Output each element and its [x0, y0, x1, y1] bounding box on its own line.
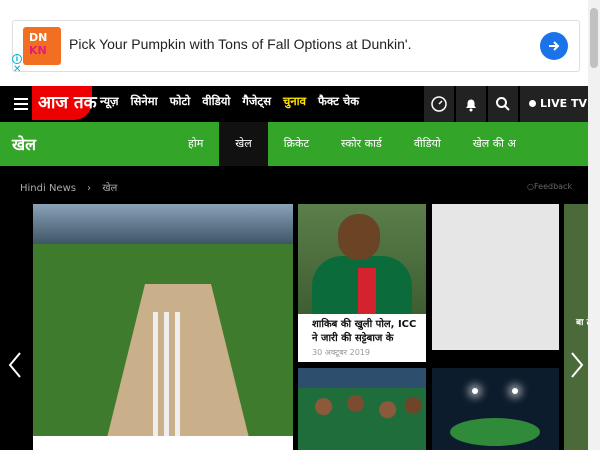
stadium-stands-image — [33, 204, 293, 244]
breadcrumb-sports[interactable]: खेल — [102, 183, 117, 194]
tab-scorecard[interactable]: स्कोर कार्ड — [325, 122, 398, 166]
scrollbar[interactable] — [588, 0, 600, 450]
tab-home[interactable]: होम — [172, 122, 219, 166]
ad-banner[interactable]: DN KN Pick Your Pumpkin with Tons of Fal… — [0, 0, 600, 86]
stumps-icon — [153, 312, 181, 440]
breadcrumb: Hindi News › खेल — [20, 180, 125, 194]
audio-icon[interactable] — [424, 86, 454, 122]
nav-link-news[interactable]: न्यूज़ — [100, 94, 119, 109]
main-nav: आज तक न्यूज़ सिनेमा फोटो वीडियो गैजेट्स … — [0, 86, 588, 122]
nav-link-video[interactable]: वीडियो — [202, 94, 230, 109]
nav-link-election[interactable]: चुनाव — [283, 94, 306, 109]
carousel-prev-arrow[interactable] — [6, 350, 26, 380]
section-title: खेल — [12, 135, 36, 154]
section-tabs: होम खेल क्रिकेट स्कोर कार्ड वीडियो खेल क… — [172, 122, 532, 166]
story-card-stadium[interactable] — [432, 368, 559, 450]
tab-cricket[interactable]: क्रिकेट — [268, 122, 325, 166]
bell-icon[interactable] — [456, 86, 486, 122]
aajtak-logo[interactable]: आज तक — [32, 86, 97, 120]
tab-sports-more[interactable]: खेल की अ — [457, 122, 532, 166]
tab-sports[interactable]: खेल — [219, 122, 268, 166]
team-photo-image — [298, 388, 426, 450]
nav-link-cinema[interactable]: सिनेमा — [131, 94, 158, 109]
carousel-next-arrow[interactable] — [566, 350, 586, 380]
story-headline[interactable]: शाकिब की खुली पोल, ICC ने जारी की सट्टेब… — [312, 318, 422, 346]
main-story-card[interactable] — [33, 204, 293, 450]
scrollbar-thumb[interactable] — [590, 8, 598, 68]
section-bar: खेल होम खेल क्रिकेट स्कोर कार्ड वीडियो ख… — [0, 122, 588, 166]
nav-link-gadgets[interactable]: गैजेट्स — [242, 94, 271, 109]
feedback-link[interactable]: Feedback — [527, 182, 572, 191]
story-card-team[interactable] — [298, 368, 426, 450]
ad-arrow-icon[interactable] — [540, 32, 568, 60]
main-story-caption-area — [33, 436, 293, 450]
breadcrumb-separator: › — [87, 183, 92, 194]
story-date: 30 अक्टूबर 2019 — [312, 348, 370, 357]
story-image-shakib — [298, 204, 426, 314]
story-card-peek[interactable]: बा ते — [564, 204, 588, 450]
story-card-shakib[interactable]: शाकिब की खुली पोल, ICC ने जारी की सट्टेब… — [298, 204, 426, 362]
close-icon[interactable]: ✕ — [13, 64, 21, 75]
dunkin-logo: DN KN — [23, 27, 61, 65]
stadium-image — [450, 418, 540, 446]
breadcrumb-home[interactable]: Hindi News — [20, 183, 76, 194]
menu-icon[interactable] — [14, 98, 28, 110]
search-icon[interactable] — [488, 86, 518, 122]
ad-placeholder-card — [432, 204, 559, 350]
nav-link-fact-check[interactable]: फैक्ट चेक — [318, 94, 359, 109]
ad-box[interactable]: DN KN Pick Your Pumpkin with Tons of Fal… — [12, 20, 580, 72]
peek-headline: बा ते — [576, 318, 588, 328]
ad-text[interactable]: Pick Your Pumpkin with Tons of Fall Opti… — [69, 36, 411, 52]
nav-links: न्यूज़ सिनेमा फोटो वीडियो गैजेट्स चुनाव … — [100, 94, 359, 109]
live-tv-button[interactable]: LIVE TV — [520, 86, 588, 122]
nav-link-photo[interactable]: फोटो — [170, 94, 191, 109]
tab-video[interactable]: वीडियो — [398, 122, 457, 166]
info-icon[interactable]: i — [12, 54, 22, 64]
